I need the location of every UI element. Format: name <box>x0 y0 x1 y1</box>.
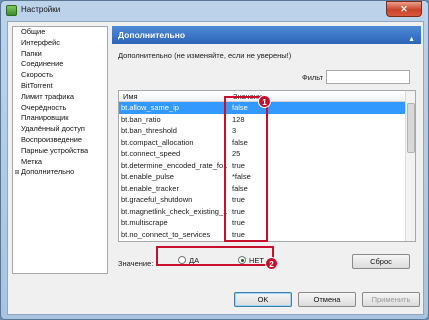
row-name: bt.determine_encoded_rate_fo... <box>121 160 227 170</box>
title-bar[interactable]: Настройки ✕ <box>1 1 428 21</box>
row-name: bt.graceful_shutdown <box>121 195 193 204</box>
annotation-badge-2: 2 <box>265 257 278 270</box>
settings-window: Настройки ✕ Общие Интерфейс Папки Соедин… <box>0 0 429 320</box>
sidebar-item-queueing[interactable]: Очерёдность <box>13 103 107 114</box>
sidebar-item-folders[interactable]: Папки <box>13 49 107 60</box>
annotation-highlight-values <box>224 96 268 242</box>
row-name: bt.allow_same_ip <box>121 103 179 112</box>
panel-description: Дополнительно (не изменяйте, если не уве… <box>118 51 292 60</box>
sidebar-item-speed[interactable]: Скорость <box>13 70 107 81</box>
panel-header: Дополнительно ▲ <box>112 26 421 44</box>
sidebar-item-interface[interactable]: Интерфейс <box>13 38 107 49</box>
table-scrollbar[interactable] <box>405 91 415 241</box>
filter-input[interactable] <box>326 70 410 84</box>
close-button[interactable]: ✕ <box>386 1 422 17</box>
row-name: bt.compact_allocation <box>121 137 194 147</box>
sidebar-item-general[interactable]: Общие <box>13 27 107 38</box>
sidebar-item-advanced[interactable]: ⊞Дополнительно <box>13 167 107 178</box>
sidebar-item-playback[interactable]: Воспроизведение <box>13 135 107 146</box>
sidebar-item-bittorrent[interactable]: BitTorrent <box>13 81 107 92</box>
settings-category-tree[interactable]: Общие Интерфейс Папки Соединение Скорост… <box>12 26 108 274</box>
reset-button[interactable]: Сброс <box>352 254 410 269</box>
sidebar-item-advanced-label: Дополнительно <box>21 167 75 177</box>
row-name: bt.enable_pulse <box>121 172 174 181</box>
annotation-badge-1: 1 <box>258 95 271 108</box>
sidebar-item-label[interactable]: Метка <box>13 157 107 168</box>
sidebar-item-remote[interactable]: Удалённый доступ <box>13 124 107 135</box>
sidebar-item-paired-devices[interactable]: Парные устройства <box>13 146 107 157</box>
scrollbar-thumb[interactable] <box>407 103 415 153</box>
row-name: bt.ban_threshold <box>121 126 177 135</box>
annotation-highlight-radios <box>156 246 274 266</box>
utorrent-app-icon <box>6 5 17 16</box>
window-title: Настройки <box>21 5 61 14</box>
value-label: Значение: <box>118 259 154 268</box>
sidebar-item-scheduler[interactable]: Планировщик <box>13 113 107 124</box>
row-name: bt.magnetlink_check_existing_... <box>121 206 227 216</box>
apply-button[interactable]: Применить <box>362 292 420 307</box>
row-name: bt.multiscrape <box>121 218 168 227</box>
panel-title: Дополнительно <box>118 30 186 40</box>
ok-button[interactable]: OK <box>234 292 292 307</box>
sidebar-item-transfer-cap[interactable]: Лимит трафика <box>13 92 107 103</box>
collapse-arrow-icon[interactable]: ▲ <box>408 31 415 49</box>
row-name: bt.enable_tracker <box>121 183 179 193</box>
column-header-name[interactable]: Имя <box>123 92 138 101</box>
row-name: bt.ban_ratio <box>121 114 161 124</box>
filter-label: Фильт <box>302 73 324 82</box>
tree-expand-icon[interactable]: ⊞ <box>13 168 21 179</box>
row-name: bt.connect_speed <box>121 149 181 158</box>
dialog-client-area: Общие Интерфейс Папки Соединение Скорост… <box>7 21 424 315</box>
cancel-button[interactable]: Отмена <box>298 292 356 307</box>
sidebar-item-connection[interactable]: Соединение <box>13 59 107 70</box>
row-name: bt.no_connect_to_services <box>121 229 211 239</box>
